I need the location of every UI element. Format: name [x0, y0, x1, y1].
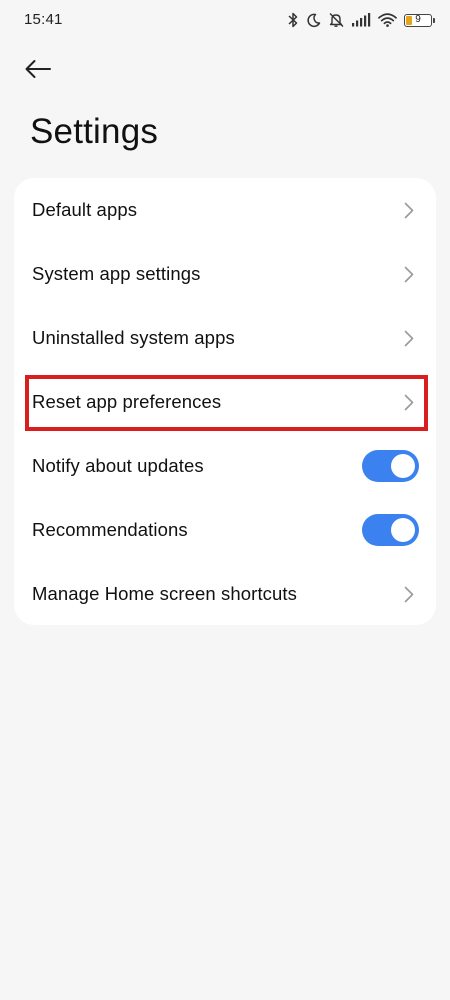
- chevron-right-icon: [402, 200, 416, 220]
- back-button[interactable]: [24, 52, 68, 90]
- settings-card: Default apps System app settings Uninsta…: [14, 178, 436, 625]
- settings-item-default-apps[interactable]: Default apps: [14, 178, 436, 242]
- battery-icon: 9: [404, 13, 435, 27]
- battery-level: 9: [415, 13, 421, 25]
- signal-icon: [352, 13, 371, 27]
- arrow-left-icon: [24, 59, 52, 84]
- wifi-icon: [378, 13, 397, 27]
- settings-item-reset-app-preferences[interactable]: Reset app preferences: [14, 370, 436, 434]
- settings-item-label: System app settings: [32, 263, 201, 284]
- mute-icon: [328, 12, 345, 28]
- settings-item-label: Default apps: [32, 199, 138, 220]
- toggle-knob: [391, 454, 415, 478]
- settings-item-label: Manage Home screen shortcuts: [32, 583, 298, 604]
- battery-cap: [433, 17, 435, 23]
- settings-item-uninstalled-system-apps[interactable]: Uninstalled system apps: [14, 306, 436, 370]
- moon-icon: [306, 13, 321, 28]
- settings-item-manage-home-screen-shortcuts[interactable]: Manage Home screen shortcuts: [14, 562, 436, 626]
- recommendations-toggle[interactable]: [362, 514, 419, 546]
- page-title: Settings: [30, 112, 159, 151]
- status-time: 15:41: [24, 11, 63, 28]
- settings-item-label: Notify about updates: [32, 455, 204, 476]
- chevron-right-icon: [402, 584, 416, 604]
- settings-item-system-app-settings[interactable]: System app settings: [14, 242, 436, 306]
- settings-item-recommendations[interactable]: Recommendations: [14, 498, 436, 562]
- chevron-right-icon: [402, 392, 416, 412]
- chevron-right-icon: [402, 328, 416, 348]
- settings-item-label: Uninstalled system apps: [32, 327, 235, 348]
- notify-updates-toggle[interactable]: [362, 450, 419, 482]
- settings-item-label: Recommendations: [32, 519, 188, 540]
- toggle-knob: [391, 518, 415, 542]
- bluetooth-icon: [287, 12, 299, 28]
- status-bar: 15:41 9: [0, 0, 450, 40]
- chevron-right-icon: [402, 264, 416, 284]
- status-icons: 9: [287, 9, 435, 31]
- settings-item-notify-about-updates[interactable]: Notify about updates: [14, 434, 436, 498]
- settings-screen: 15:41 9 Settings Default apps System app…: [0, 0, 450, 1000]
- settings-item-label: Reset app preferences: [32, 391, 222, 412]
